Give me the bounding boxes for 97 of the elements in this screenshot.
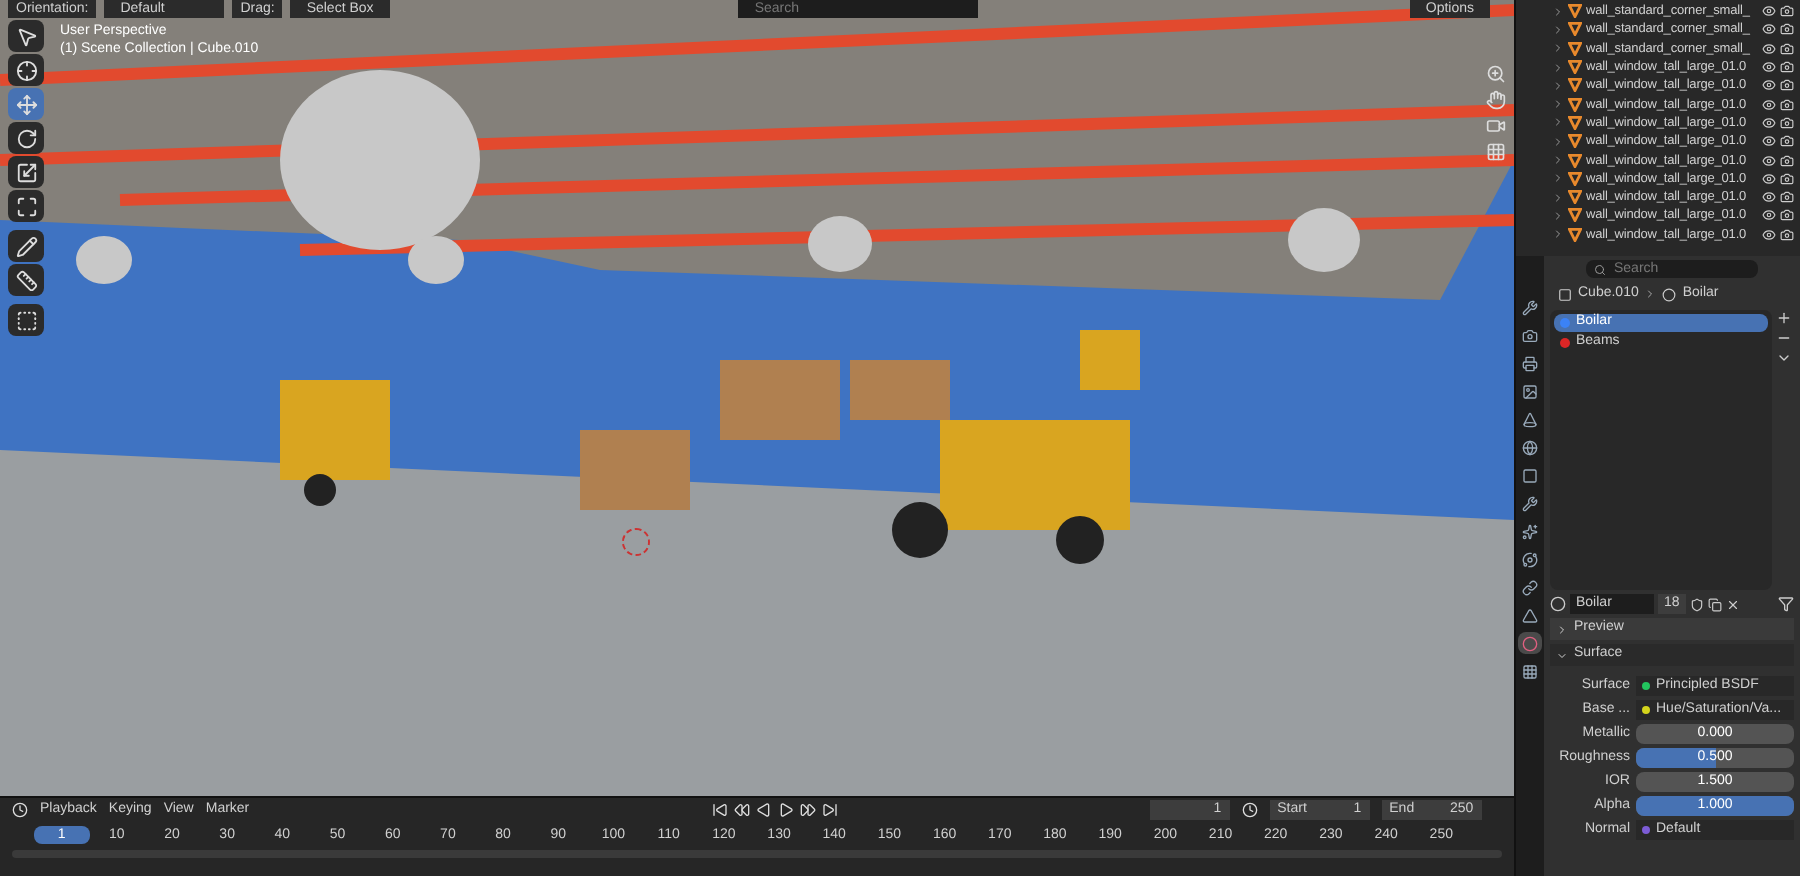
object-tab[interactable] <box>1518 464 1542 486</box>
output-icon <box>1522 355 1538 371</box>
render-camera-icon[interactable] <box>1780 4 1794 19</box>
view-layer-icon <box>1522 383 1538 399</box>
render-camera-icon[interactable] <box>1780 208 1794 223</box>
render-camera-icon[interactable] <box>1780 22 1794 37</box>
particles-tab[interactable] <box>1518 520 1542 542</box>
tool-tab[interactable] <box>1518 296 1542 318</box>
object-icon <box>1558 287 1572 301</box>
world-tab[interactable] <box>1518 436 1542 458</box>
visibility-eye-icon[interactable] <box>1762 41 1776 56</box>
render-camera-icon[interactable] <box>1780 60 1794 75</box>
material-browse-icon[interactable] <box>1550 596 1566 612</box>
render-camera-icon[interactable] <box>1780 227 1794 242</box>
transform-tool-button[interactable] <box>8 190 44 222</box>
scale-icon <box>15 161 37 183</box>
transform-icon <box>15 195 37 217</box>
add-cube-tool-button[interactable] <box>8 304 44 336</box>
visibility-eye-icon[interactable] <box>1762 78 1776 93</box>
add-cube-icon <box>15 309 37 331</box>
jump-end-icon[interactable] <box>821 802 838 818</box>
object-icon <box>1522 467 1538 483</box>
render-camera-icon[interactable] <box>1780 115 1794 130</box>
texture-tab[interactable] <box>1518 660 1542 682</box>
jump-start-icon[interactable] <box>711 802 728 818</box>
fake-user-icon[interactable] <box>1689 597 1704 611</box>
clock-icon[interactable] <box>1241 802 1258 818</box>
visibility-eye-icon[interactable] <box>1762 171 1776 186</box>
chevron-icon <box>1644 288 1657 300</box>
material-tab[interactable] <box>1518 632 1542 654</box>
physics-tab[interactable] <box>1518 548 1542 570</box>
physics-icon <box>1522 551 1538 567</box>
render-camera-icon[interactable] <box>1780 190 1794 205</box>
move-tool-button[interactable] <box>8 88 44 120</box>
render-tab[interactable] <box>1518 324 1542 346</box>
rotate-tool-button[interactable] <box>8 122 44 154</box>
render-camera-icon[interactable] <box>1780 134 1794 149</box>
texture-icon <box>1522 663 1538 679</box>
modifiers-icon <box>1522 495 1538 511</box>
chevron-down-icon <box>1556 649 1568 661</box>
scene-tab[interactable] <box>1518 408 1542 430</box>
render-camera-icon[interactable] <box>1780 97 1794 112</box>
visibility-eye-icon[interactable] <box>1762 153 1776 168</box>
chevron-right-icon <box>1556 623 1568 635</box>
cursor-tool-button[interactable] <box>8 54 44 86</box>
modifiers-tab[interactable] <box>1518 492 1542 514</box>
camera-icon[interactable] <box>1486 116 1506 136</box>
data-icon <box>1522 607 1538 623</box>
output-tab[interactable] <box>1518 352 1542 374</box>
annotate-icon <box>15 235 37 257</box>
close-icon[interactable] <box>1725 597 1740 611</box>
material-icon <box>1662 287 1677 301</box>
visibility-eye-icon[interactable] <box>1762 60 1776 75</box>
measure-tool-button[interactable] <box>8 264 44 296</box>
cursor-icon <box>15 59 37 81</box>
constraints-icon <box>1522 579 1538 595</box>
particles-icon <box>1522 523 1538 539</box>
tool-icon <box>1522 299 1538 315</box>
grid-icon[interactable] <box>1486 142 1506 162</box>
jump-keyframe-back-icon[interactable] <box>733 802 750 818</box>
play-reverse-icon[interactable] <box>755 802 772 818</box>
render-camera-icon[interactable] <box>1780 41 1794 56</box>
visibility-eye-icon[interactable] <box>1762 208 1776 223</box>
play-icon[interactable] <box>777 802 794 818</box>
zoom-icon[interactable] <box>1486 64 1506 84</box>
view-layer-tab[interactable] <box>1518 380 1542 402</box>
menu-chevron-icon[interactable] <box>1776 350 1792 366</box>
measure-icon <box>15 269 37 291</box>
visibility-eye-icon[interactable] <box>1762 22 1776 37</box>
duplicate-icon[interactable] <box>1707 597 1722 611</box>
pan-icon[interactable] <box>1486 90 1506 110</box>
render-camera-icon[interactable] <box>1780 153 1794 168</box>
scale-tool-button[interactable] <box>8 156 44 188</box>
visibility-eye-icon[interactable] <box>1762 190 1776 205</box>
render-camera-icon[interactable] <box>1780 78 1794 93</box>
constraints-tab[interactable] <box>1518 576 1542 598</box>
visibility-eye-icon[interactable] <box>1762 4 1776 19</box>
visibility-eye-icon[interactable] <box>1762 97 1776 112</box>
annotate-tool-button[interactable] <box>8 230 44 262</box>
editor-type-icon[interactable] <box>12 802 28 818</box>
render-icon <box>1522 327 1538 343</box>
scene-icon <box>1522 411 1538 427</box>
search-icon <box>1594 263 1606 275</box>
select-tool-button[interactable] <box>8 20 44 52</box>
render-camera-icon[interactable] <box>1780 171 1794 186</box>
move-icon <box>15 93 37 115</box>
add-slot-icon[interactable] <box>1776 310 1792 326</box>
select-icon <box>15 25 37 47</box>
visibility-eye-icon[interactable] <box>1762 134 1776 149</box>
world-icon <box>1522 439 1538 455</box>
data-tab[interactable] <box>1518 604 1542 626</box>
visibility-eye-icon[interactable] <box>1762 227 1776 242</box>
jump-keyframe-icon[interactable] <box>799 802 816 818</box>
rotate-icon <box>15 127 37 149</box>
filter-icon[interactable] <box>1778 596 1794 612</box>
material-icon <box>1522 635 1538 651</box>
visibility-eye-icon[interactable] <box>1762 115 1776 130</box>
